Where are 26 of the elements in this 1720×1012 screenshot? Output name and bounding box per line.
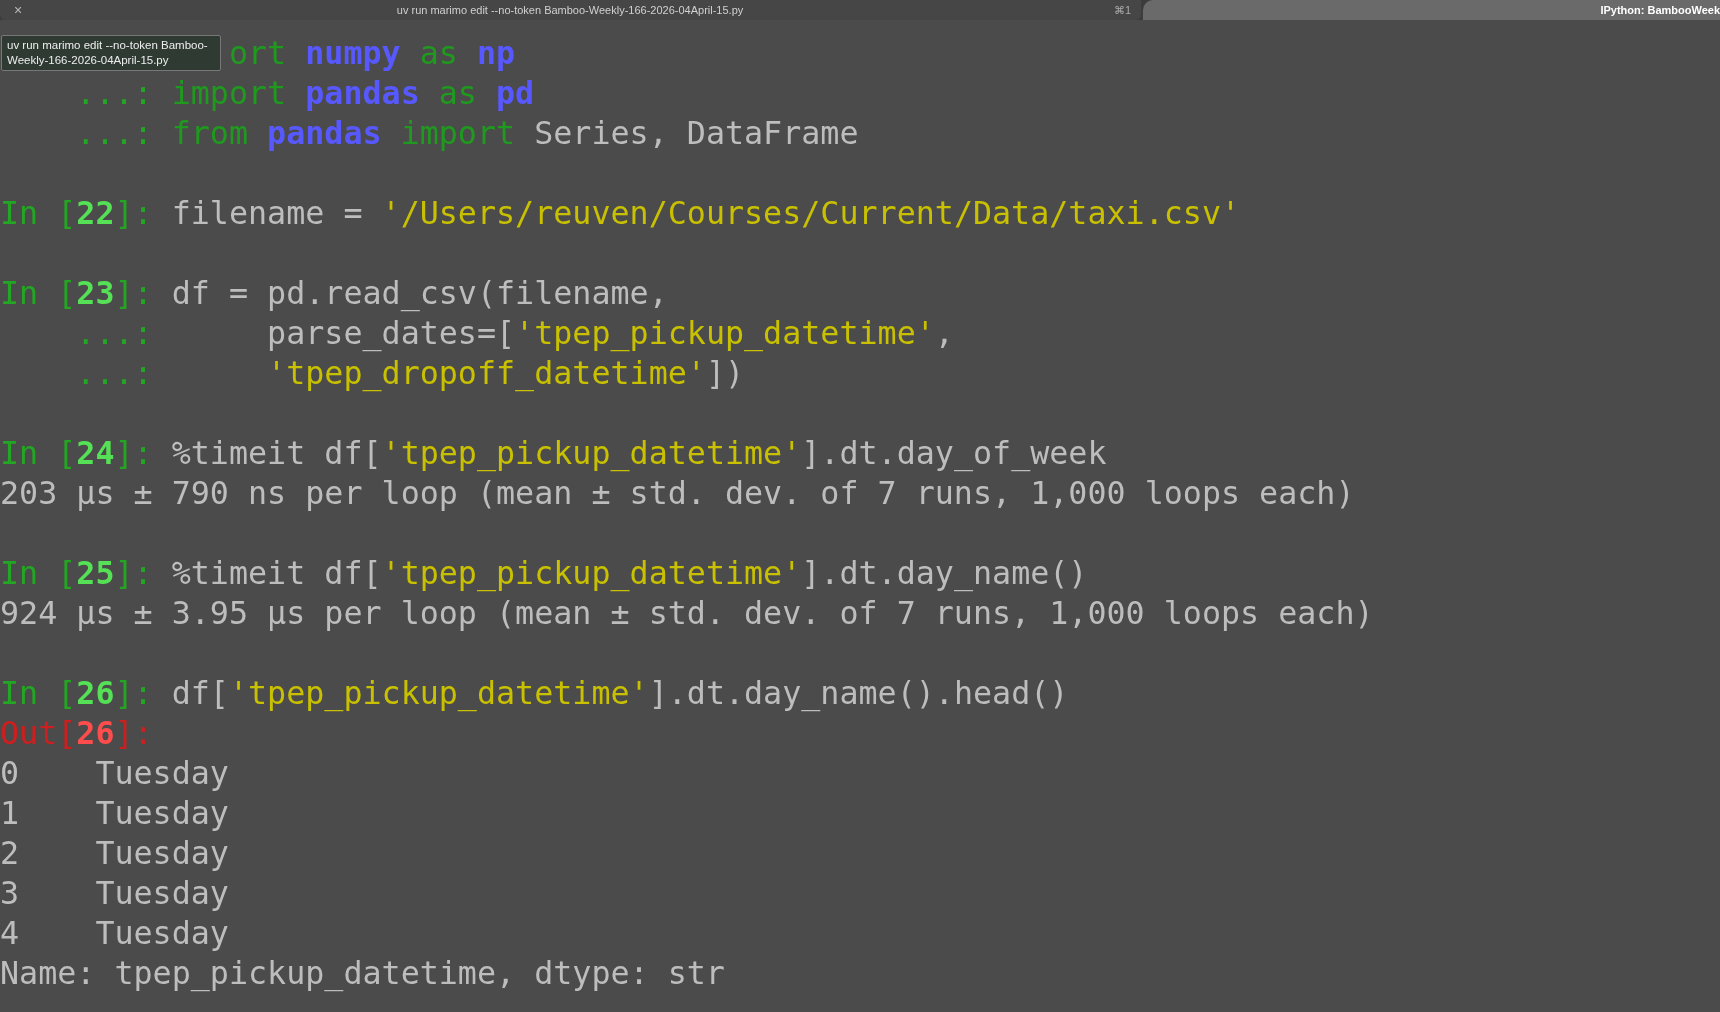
- code-line: ...: 'tpep_dropoff_datetime']): [75, 354, 745, 393]
- code-line: In [26]: df['tpep_pickup_datetime'].dt.day_name().head(): [0, 674, 1069, 713]
- code-line: ...: from pandas import Series, DataFrame: [75, 114, 859, 153]
- terminal-tab[interactable]: × uv run marimo edit --no-token Bamboo-Weekly-166-2026-04April-15.py ⌘1: [0, 0, 1141, 20]
- close-button[interactable]: ×: [10, 3, 27, 17]
- tab-title: uv run marimo edit --no-token Bamboo-Weekly-166-2026-04April-15.py: [395, 4, 745, 16]
- code-line: In [24]: %timeit df['tpep_pickup_datetime'].dt.day_of_week: [0, 434, 1107, 473]
- partly-hidden-code-line: ort numpy as np: [228, 34, 516, 73]
- code-line: ...: import pandas as pd: [75, 74, 535, 113]
- code-line: In [22]: filename = '/Users/reuven/Courses/Current/Data/taxi.csv': [0, 194, 1241, 233]
- code-line: 203 µs ± 790 ns per loop (mean ± std. dev. of 7 runs, 1,000 loops each): [0, 474, 1355, 513]
- code-line: In [23]: df = pd.read_csv(filename,: [0, 274, 668, 313]
- code-line: 3 Tuesday: [0, 874, 229, 913]
- code-line: 924 µs ± 3.95 µs per loop (mean ± std. dev. of 7 runs, 1,000 loops each): [0, 594, 1374, 633]
- shortcut-label: ⌘1: [1113, 3, 1131, 17]
- code-line: Out[26]:: [0, 714, 153, 753]
- code-line: 4 Tuesday: [0, 914, 229, 953]
- code-line: In [25]: %timeit df['tpep_pickup_datetime'].dt.day_name(): [0, 554, 1088, 593]
- tooltip: uv run marimo edit --no-token Bamboo-Weekly-166-2026-04April-15.py: [1, 35, 221, 71]
- tab-title: IPython: BambooWeek: [1600, 4, 1720, 16]
- code-line: 2 Tuesday: [0, 834, 229, 873]
- code-line: Name: tpep_pickup_datetime, dtype: str: [0, 954, 725, 993]
- terminal-tab[interactable]: IPython: BambooWeek: [1143, 0, 1720, 20]
- code-line: ...: parse_dates=['tpep_pickup_datetime',: [75, 314, 954, 353]
- code-line: 0 Tuesday: [0, 754, 229, 793]
- code-line: 1 Tuesday: [0, 794, 229, 833]
